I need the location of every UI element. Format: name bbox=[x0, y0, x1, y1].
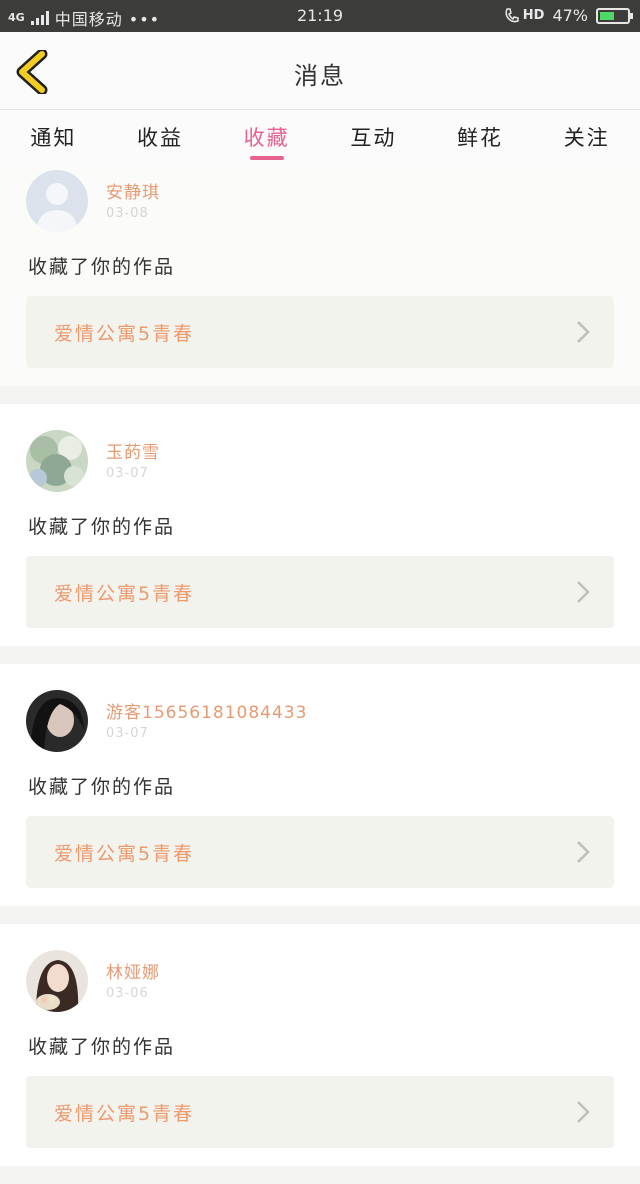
tab-flowers[interactable]: 鲜花 bbox=[427, 110, 534, 166]
page-title: 消息 bbox=[294, 62, 346, 90]
list-item: 游客15656181084433 03-07 收藏了你的作品 爱情公寓5青春 bbox=[0, 664, 640, 906]
avatar[interactable] bbox=[26, 430, 88, 492]
list-item: 安静琪 03-08 收藏了你的作品 爱情公寓5青春 bbox=[0, 166, 640, 386]
work-title: 爱情公寓5青春 bbox=[54, 583, 195, 605]
work-title: 爱情公寓5青春 bbox=[54, 323, 195, 345]
work-title: 爱情公寓5青春 bbox=[54, 1103, 195, 1125]
message-action: 收藏了你的作品 bbox=[28, 1036, 176, 1058]
work-title: 爱情公寓5青春 bbox=[54, 843, 195, 865]
work-link[interactable]: 爱情公寓5青春 bbox=[26, 816, 614, 888]
user-name[interactable]: 游客15656181084433 bbox=[106, 698, 307, 723]
tab-follows[interactable]: 关注 bbox=[533, 110, 640, 166]
tab-notifications[interactable]: 通知 bbox=[0, 110, 107, 166]
tab-bar: 通知 收益 收藏 互动 鲜花 关注 bbox=[0, 110, 640, 166]
work-link[interactable]: 爱情公寓5青春 bbox=[26, 296, 614, 368]
tab-earnings[interactable]: 收益 bbox=[107, 110, 214, 166]
tab-interactions[interactable]: 互动 bbox=[320, 110, 427, 166]
message-date: 03-08 bbox=[106, 206, 149, 221]
message-date: 03-06 bbox=[106, 986, 149, 1001]
hd-call-icon: HD bbox=[503, 7, 545, 25]
work-link[interactable]: 爱情公寓5青春 bbox=[26, 1076, 614, 1148]
status-right: HD 47% bbox=[503, 6, 633, 25]
message-date: 03-07 bbox=[106, 466, 149, 481]
user-name[interactable]: 安静琪 bbox=[106, 178, 160, 203]
chevron-right-icon bbox=[577, 841, 590, 863]
status-bar: 4G 中国移动 ••• 21:19 HD 47% bbox=[0, 0, 640, 32]
message-action: 收藏了你的作品 bbox=[28, 256, 176, 278]
message-action: 收藏了你的作品 bbox=[28, 776, 176, 798]
avatar[interactable] bbox=[26, 170, 88, 232]
user-name[interactable]: 林娅娜 bbox=[106, 958, 160, 983]
avatar[interactable] bbox=[26, 950, 88, 1012]
list-item: 玉菂雪 03-07 收藏了你的作品 爱情公寓5青春 bbox=[0, 404, 640, 646]
battery-percent: 47% bbox=[552, 6, 588, 25]
user-name[interactable]: 玉菂雪 bbox=[106, 438, 160, 463]
message-date: 03-07 bbox=[106, 726, 149, 741]
avatar[interactable] bbox=[26, 690, 88, 752]
chevron-right-icon bbox=[577, 581, 590, 603]
chevron-right-icon bbox=[577, 1101, 590, 1123]
app-header: 消息 bbox=[0, 32, 640, 110]
tab-favorites[interactable]: 收藏 bbox=[213, 110, 320, 166]
battery-icon bbox=[596, 7, 633, 24]
hd-label: HD bbox=[522, 8, 545, 23]
list-item: 林娅娜 03-06 收藏了你的作品 爱情公寓5青春 bbox=[0, 924, 640, 1166]
message-list: 安静琪 03-08 收藏了你的作品 爱情公寓5青春 玉菂雪 03-07 收藏了你… bbox=[0, 166, 640, 1184]
work-link[interactable]: 爱情公寓5青春 bbox=[26, 556, 614, 628]
message-action: 收藏了你的作品 bbox=[28, 516, 176, 538]
chevron-right-icon bbox=[577, 321, 590, 343]
